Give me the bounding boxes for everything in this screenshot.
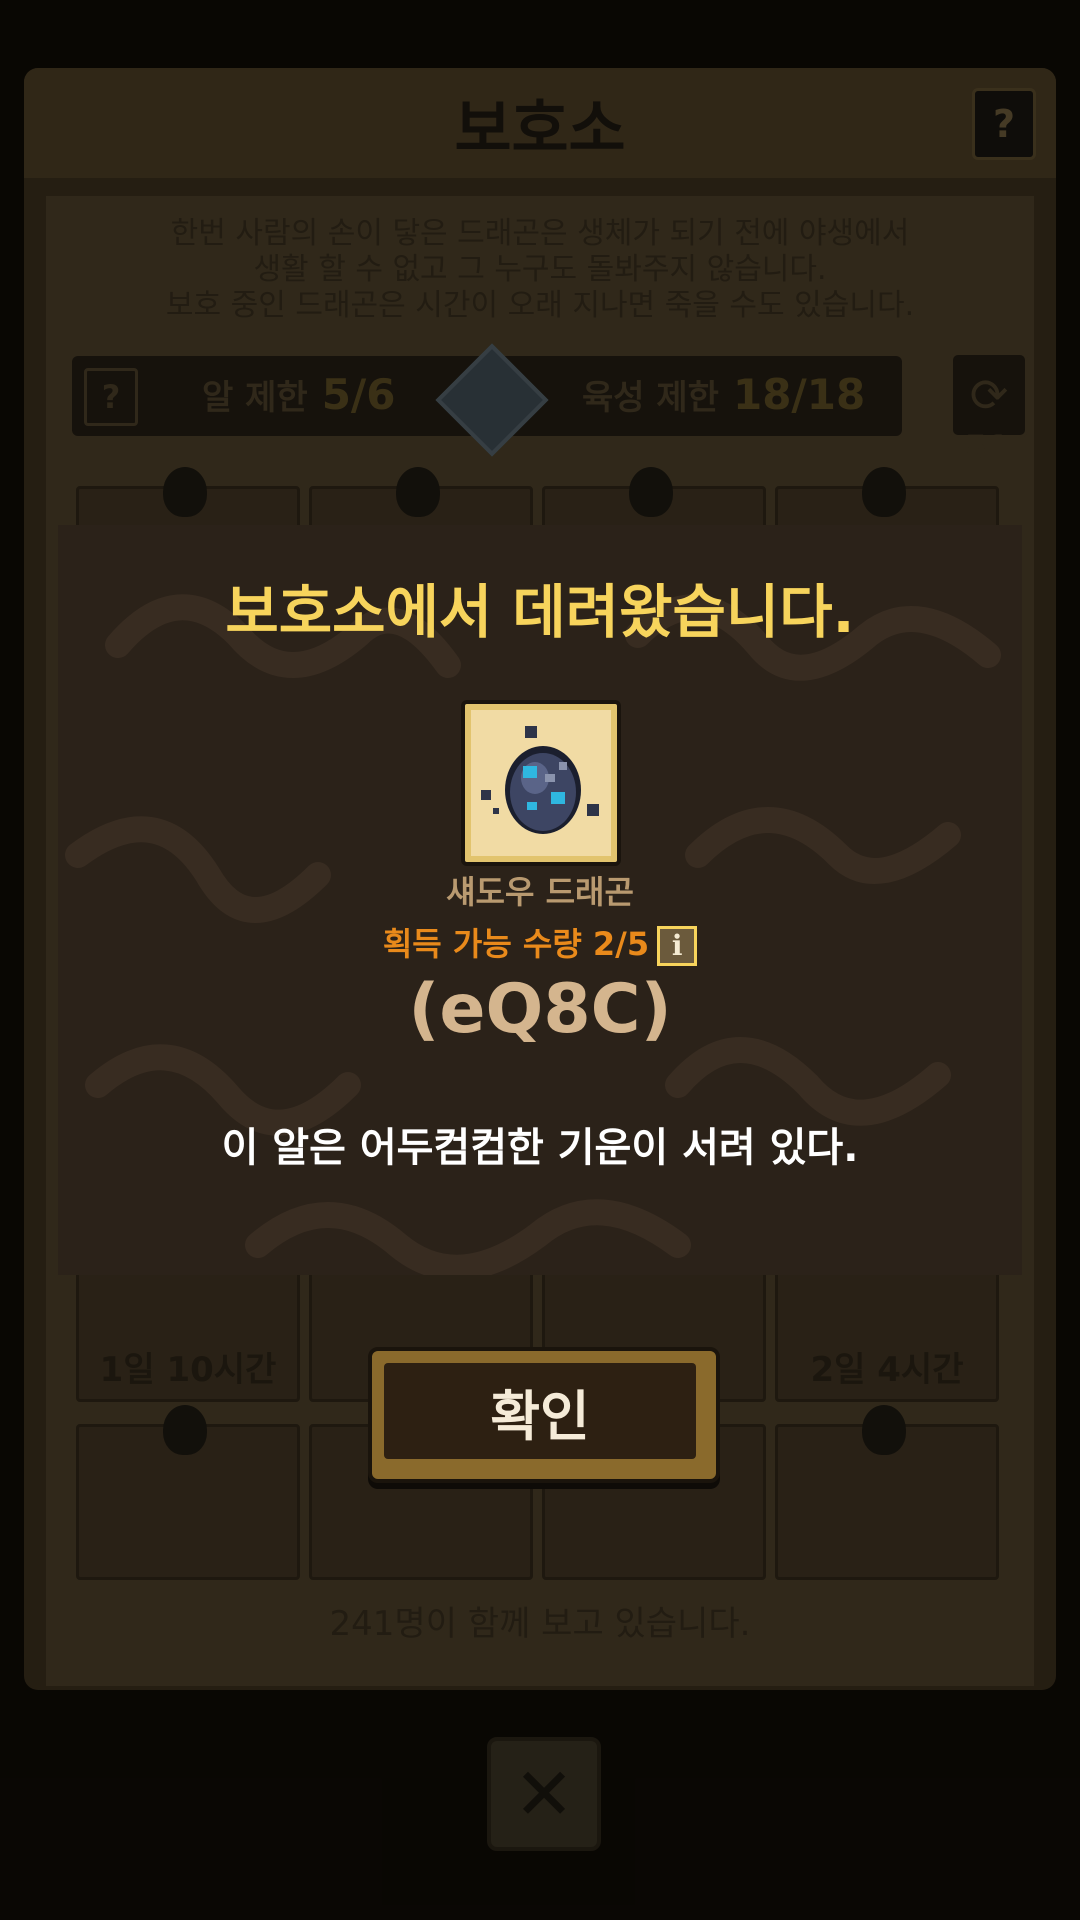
info-icon[interactable]: i [657,926,698,966]
egg-icon-frame [461,700,621,866]
dragon-name: 섀도우 드래곤 [446,873,634,911]
dragon-code: (eQ8C) [408,970,672,1049]
egg-description: 이 알은 어두컴컴한 기운이 서려 있다. [221,1125,859,1171]
shadow-dragon-egg-icon [481,726,599,834]
confirm-button-label: 확인 [384,1363,696,1459]
acquirable-quantity: 획득 가능 수량 2/5 i [58,919,1022,966]
dialog-title: 보호소에서 데려왔습니다. [225,578,855,646]
confirm-button[interactable]: 확인 [368,1347,720,1483]
adoption-result-dialog: 보호소에서 데려왔습니다. 섀도우 드래곤 획득 가능 수량 2/5 i (eQ8… [58,525,1022,1275]
quota-text: 획득 가능 수량 2/5 [382,925,650,963]
